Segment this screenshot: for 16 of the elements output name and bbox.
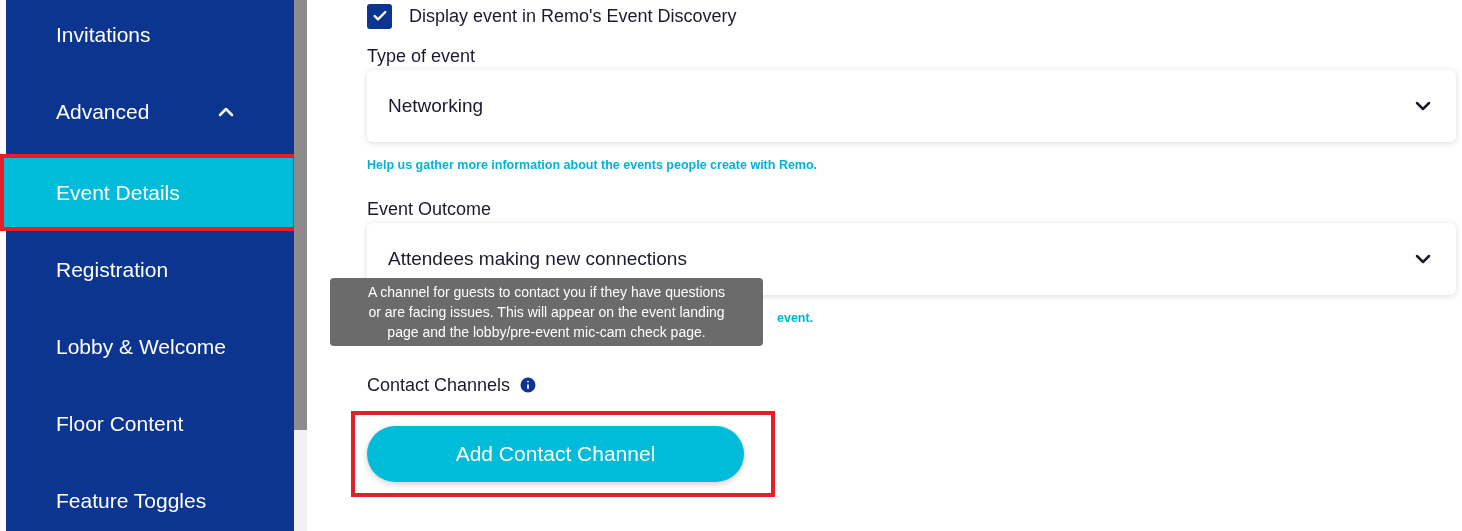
field-label: Event Outcome: [367, 197, 493, 221]
tooltip: A channel for guests to contact you if they have questions or are facing issues. This will appear on the event landing page and the lobby/pre-event mic-cam check page.: [330, 278, 763, 346]
help-text: Help us gather more information about the events people create with Remo.: [367, 157, 819, 174]
sidebar-item[interactable]: Registration: [6, 231, 294, 308]
sidebar-item[interactable]: Advanced: [6, 73, 294, 150]
section-label: Contact Channels: [367, 373, 511, 397]
sidebar-item[interactable]: Lobby & Welcome: [6, 308, 294, 385]
sidebar-item[interactable]: Invitations: [6, 0, 294, 73]
help-text: event.: [777, 309, 814, 327]
sidebar-item[interactable]: Feature Toggles: [6, 462, 294, 531]
checkbox-label: Display event in Remo's Event Discovery: [409, 4, 737, 28]
checkbox[interactable]: [367, 3, 392, 29]
sidebar-item[interactable]: Floor Content: [6, 385, 294, 462]
field-label: Type of event: [367, 45, 477, 68]
select-field[interactable]: Networking: [367, 70, 1456, 142]
info-icon[interactable]: [518, 375, 539, 395]
